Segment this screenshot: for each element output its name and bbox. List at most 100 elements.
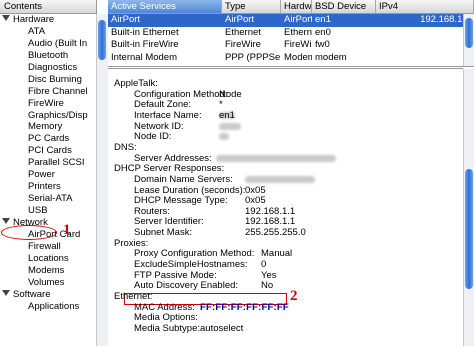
tree-item-power[interactable]: Power bbox=[0, 169, 96, 181]
column-header-type[interactable]: Type bbox=[222, 0, 281, 13]
detail-value: autoselect bbox=[200, 322, 244, 334]
details-pane: AppleTalk: Configuration Method: Node Defau… bbox=[108, 68, 463, 347]
sidebar-header[interactable]: Contents bbox=[0, 0, 96, 14]
details-scrollbar[interactable] bbox=[463, 69, 474, 346]
table-cell: AirPort bbox=[225, 14, 255, 25]
section-title-dns: DNS: bbox=[114, 141, 137, 153]
tree-group-hardware[interactable]: Hardware bbox=[0, 14, 96, 26]
details-scroll-thumb[interactable] bbox=[465, 169, 473, 289]
tree-item-applications[interactable]: Applications bbox=[0, 301, 96, 313]
tree-item-locations[interactable]: Locations bbox=[0, 253, 96, 265]
detail-value: Yes bbox=[261, 269, 277, 281]
table-row[interactable]: AirPort AirPort AirPort en1 192.168.1. bbox=[108, 14, 474, 27]
redacted-value bbox=[219, 133, 229, 141]
tree-item-ata[interactable]: ATA bbox=[0, 26, 96, 38]
detail-label-server-addresses: Server Addresses: bbox=[134, 152, 212, 164]
detail-value: 0x05 bbox=[245, 195, 266, 207]
detail-value: 0x05 bbox=[245, 184, 266, 196]
detail-label-excludesimplehostnames: ExcludeSimpleHostnames: bbox=[134, 259, 248, 271]
tree-item-graphics-disp[interactable]: Graphics/Disp bbox=[0, 110, 96, 122]
detail-value: * bbox=[219, 99, 223, 111]
table-cell: Ethernet bbox=[284, 26, 312, 38]
tree-item-disc-burning[interactable]: Disc Burning bbox=[0, 74, 96, 86]
disclosure-triangle-icon[interactable] bbox=[2, 15, 10, 22]
tree-item-volumes[interactable]: Volumes bbox=[0, 277, 96, 289]
section-title-appletalk: AppleTalk: bbox=[114, 78, 158, 89]
services-table: Active ServicesTypeHardwaBSD DeviceIPv4 … bbox=[108, 0, 474, 67]
table-cell: FireWire bbox=[284, 39, 312, 50]
detail-label-media-options: Media Options: bbox=[134, 312, 198, 324]
tree-item-diagnostics[interactable]: Diagnostics bbox=[0, 62, 96, 74]
tree-item-serial-ata[interactable]: Serial-ATA bbox=[0, 193, 96, 205]
table-scrollbar[interactable] bbox=[463, 14, 474, 66]
detail-value: FF:FF:FF:FF:FF:FF bbox=[200, 301, 289, 313]
detail-value: en1 bbox=[219, 109, 235, 121]
detail-label-subnet-mask: Subnet Mask: bbox=[134, 227, 193, 239]
disclosure-triangle-icon[interactable] bbox=[2, 290, 10, 297]
column-header-bsd-device[interactable]: BSD Device bbox=[312, 0, 376, 13]
detail-label-ftp-passive-mode: FTP Passive Mode: bbox=[134, 269, 217, 281]
contents-sidebar: Contents Hardware ATA Audio (Built In Bluet… bbox=[0, 0, 97, 346]
table-row[interactable]: Built-in EthernetEthernetEtherneten0 bbox=[108, 27, 474, 40]
table-cell: PPP (PPPSe bbox=[225, 51, 281, 63]
callout-number-2: 2 bbox=[290, 288, 298, 304]
table-row[interactable]: Built-in FireWireFireWireFireWirefw0 bbox=[108, 39, 474, 52]
tree-group-software[interactable]: Software bbox=[0, 289, 96, 301]
redacted-value bbox=[216, 154, 336, 162]
detail-value: 192.168.1.1 bbox=[245, 216, 296, 228]
detail-label-mac-address: MAC Address: bbox=[134, 301, 195, 313]
redacted-value bbox=[219, 122, 241, 130]
tree-item-pc-cards[interactable]: PC Cards bbox=[0, 133, 96, 145]
tree-item-fibre-channel[interactable]: Fibre Channel bbox=[0, 86, 96, 98]
detail-label-media-subtype: Media Subtype: bbox=[134, 322, 201, 334]
tree-group-label: Software bbox=[13, 288, 51, 300]
table-cell: FireWire bbox=[225, 39, 261, 50]
detail-label-interface-name: Interface Name: bbox=[134, 109, 202, 121]
table-scroll-thumb[interactable] bbox=[465, 18, 473, 48]
table-cell: 192.168.1. bbox=[420, 14, 465, 25]
table-cell: Modem bbox=[284, 51, 312, 63]
tree-item-modems[interactable]: Modems bbox=[0, 265, 96, 277]
tree-item-firewire[interactable]: FireWire bbox=[0, 98, 96, 110]
detail-value: No bbox=[261, 280, 274, 292]
column-header-hardwa[interactable]: Hardwa bbox=[281, 0, 312, 13]
table-cell: AirPort bbox=[111, 14, 141, 25]
detail-label-server-identifier: Server Identifier: bbox=[134, 216, 204, 228]
detail-label-routers: Routers: bbox=[134, 205, 170, 217]
tree-item-firewall[interactable]: Firewall bbox=[0, 241, 96, 253]
detail-value: 255.255.255.0 bbox=[245, 227, 306, 239]
table-cell bbox=[376, 27, 471, 40]
column-header-active-services[interactable]: Active Services bbox=[108, 0, 222, 13]
tree-item-audio-built-in[interactable]: Audio (Built In bbox=[0, 38, 96, 50]
tree-item-memory[interactable]: Memory bbox=[0, 121, 96, 133]
detail-value: Manual bbox=[261, 248, 293, 260]
table-cell bbox=[376, 52, 471, 65]
table-cell: AirPort bbox=[284, 14, 312, 25]
table-cell bbox=[376, 39, 471, 52]
column-header-ipv4[interactable]: IPv4 bbox=[376, 0, 474, 13]
disclosure-triangle-icon[interactable] bbox=[2, 218, 10, 225]
redacted-value bbox=[245, 175, 315, 183]
table-body: AirPort AirPort AirPort en1 192.168.1. Built-… bbox=[108, 14, 474, 64]
table-row[interactable]: Internal Modem PPP (PPPSeModemmodem bbox=[108, 52, 474, 65]
tree-item-parallel-scsi[interactable]: Parallel SCSI bbox=[0, 157, 96, 169]
sidebar-scrollbar[interactable] bbox=[96, 14, 108, 346]
detail-label-proxy-configuration-method: Proxy Configuration Method: bbox=[134, 248, 255, 260]
detail-label-auto-discovery-enabled: Auto Discovery Enabled: bbox=[134, 280, 239, 292]
section-title-ethernet: Ethernet: bbox=[114, 291, 153, 302]
detail-value: 0 bbox=[261, 259, 267, 271]
detail-label-node-id: Node ID: bbox=[134, 131, 172, 143]
tree-item-usb[interactable]: USB bbox=[0, 205, 96, 217]
tree-item-bluetooth[interactable]: Bluetooth bbox=[0, 50, 96, 62]
table-cell: fw0 bbox=[315, 39, 330, 50]
detail-value: 192.168.1.1 bbox=[245, 205, 296, 217]
tree-item-pci-cards[interactable]: PCI Cards bbox=[0, 145, 96, 157]
detail-label-lease-duration-seconds: Lease Duration (seconds): bbox=[134, 184, 246, 196]
network-highlight-ring bbox=[1, 225, 57, 240]
detail-label-configuration-method: Configuration Method: bbox=[134, 88, 228, 100]
detail-label-network-id: Network ID: bbox=[134, 120, 184, 132]
tree-group-label: Hardware bbox=[13, 14, 55, 25]
tree-item-printers[interactable]: Printers bbox=[0, 181, 96, 193]
sidebar-scroll-thumb[interactable] bbox=[98, 20, 106, 60]
table-cell: en0 bbox=[315, 26, 331, 38]
